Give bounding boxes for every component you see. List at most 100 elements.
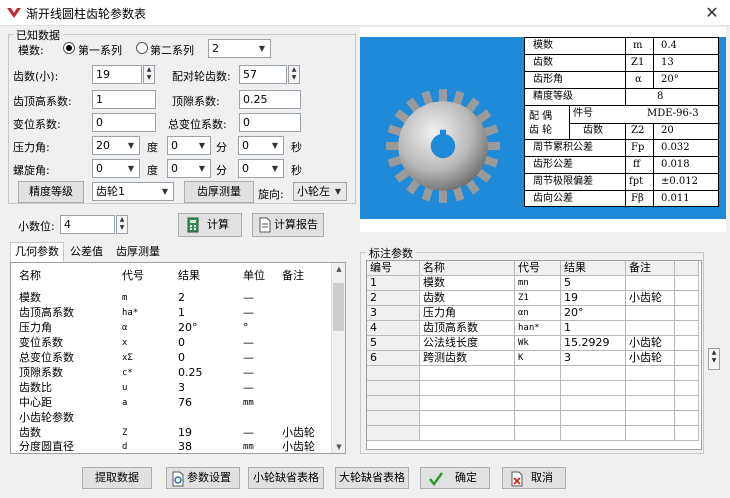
teeth-stepper[interactable]: ▲ ▼	[143, 65, 155, 84]
table-cell: —	[243, 336, 254, 349]
table-cell: Z1	[515, 291, 561, 306]
table-cell: 76	[178, 396, 192, 409]
series1-label[interactable]: 第一系列	[78, 42, 122, 58]
annotation-row-stepper[interactable]: ▲ ▼	[708, 348, 720, 370]
tab-geometry[interactable]: 几何参数	[10, 242, 64, 262]
spec-value: MDE-96-3	[647, 108, 699, 119]
table-cell	[675, 261, 699, 276]
spec-value: 8	[657, 91, 664, 102]
table-cell: 变位系数	[19, 336, 63, 349]
col-header: 名称	[19, 269, 41, 282]
gear-select[interactable]: 齿轮1 ▼	[92, 182, 174, 201]
table-cell: —	[243, 366, 254, 379]
table-cell	[367, 381, 420, 396]
series2-label[interactable]: 第二系列	[150, 42, 194, 58]
table-row[interactable]: 5 公法线长度 Wk 15.2929 小齿轮	[367, 336, 701, 351]
table-cell: 3	[561, 351, 626, 366]
table-cell: 4	[367, 321, 420, 336]
series2-radio[interactable]	[136, 42, 148, 54]
deg-unit: 度	[147, 164, 158, 177]
table-row[interactable]: 4 齿顶高系数 han* 1	[367, 321, 701, 336]
calc-report-label: 计算报告	[274, 218, 318, 231]
table-row[interactable]: 3 压力角 αn 20°	[367, 306, 701, 321]
table-row[interactable]: 1 模数 mn 5	[367, 276, 701, 291]
extract-data-button[interactable]: 提取数据	[82, 467, 152, 489]
spec-row: 齿形角 α 20°	[525, 72, 718, 89]
pressure-sec-value: 0	[242, 139, 249, 152]
teeth-label: 齿数(小):	[13, 70, 59, 83]
calculate-button[interactable]: 计算	[178, 213, 242, 237]
decimal-stepper[interactable]: ▲ ▼	[116, 215, 128, 234]
spec-symbol: ff	[633, 159, 641, 170]
helix-deg-select[interactable]: 0 ▼	[92, 159, 140, 178]
pressure-sec-select[interactable]: 0 ▼	[238, 136, 284, 155]
helix-sec-select[interactable]: 0 ▼	[238, 159, 284, 178]
spec-name: 齿数	[583, 125, 603, 136]
table-cell	[626, 426, 675, 441]
scroll-up-icon[interactable]: ▲	[332, 263, 345, 275]
teeth-input[interactable]: 19	[92, 65, 142, 84]
tab-thickness[interactable]: 齿厚测量	[112, 243, 164, 263]
helix-sec-value: 0	[242, 162, 249, 175]
tab-tolerance[interactable]: 公差值	[66, 243, 107, 263]
table-cell	[561, 411, 626, 426]
table-cell: —	[243, 426, 254, 439]
table-cell: 齿数	[420, 291, 515, 306]
spec-divider	[625, 38, 626, 106]
spec-row: 齿数 Z1 13	[525, 55, 718, 72]
precision-grade-button[interactable]: 精度等级	[18, 181, 84, 203]
table-cell: 19	[178, 426, 192, 439]
table-row[interactable]: 2 齿数 Z1 19 小齿轮	[367, 291, 701, 306]
decimal-input[interactable]: 4	[60, 215, 115, 234]
table-row	[367, 411, 701, 426]
table-cell: 15.2929	[561, 336, 626, 351]
table-cell	[675, 351, 699, 366]
table-cell	[626, 306, 675, 321]
helix-min-select[interactable]: 0 ▼	[167, 159, 211, 178]
table-cell: xΣ	[122, 353, 133, 363]
addendum-input[interactable]: 1	[92, 90, 156, 109]
helix-deg-value: 0	[96, 162, 103, 175]
pressure-deg-select[interactable]: 20 ▼	[92, 136, 140, 155]
series1-radio[interactable]	[63, 42, 75, 54]
total-shift-input[interactable]: 0	[239, 113, 301, 132]
table-cell: 1	[367, 276, 420, 291]
mating-teeth-input[interactable]: 57	[239, 65, 287, 84]
cancel-icon	[511, 471, 523, 487]
pressure-min-select[interactable]: 0 ▼	[167, 136, 211, 155]
scroll-down-icon[interactable]: ▼	[332, 441, 345, 453]
decimal-label: 小数位:	[18, 220, 55, 233]
table-cell: a	[122, 398, 128, 408]
spec-name: 件号	[573, 108, 593, 119]
cancel-button[interactable]: 取消	[502, 467, 566, 489]
clearance-input[interactable]: 0.25	[239, 90, 301, 109]
table-cell	[675, 291, 699, 306]
parameter-settings-button[interactable]: 参数设置	[166, 467, 240, 489]
table-cell: °	[243, 321, 249, 334]
close-icon[interactable]: ✕	[700, 2, 724, 24]
tooth-thickness-button[interactable]: 齿厚测量	[184, 181, 254, 203]
mating-teeth-stepper[interactable]: ▲ ▼	[288, 65, 300, 84]
small-gear-default-button[interactable]: 小轮缺省表格	[248, 467, 324, 489]
table-cell: m	[122, 293, 128, 303]
large-gear-default-button[interactable]: 大轮缺省表格	[335, 467, 409, 489]
shift-input[interactable]: 0	[92, 113, 156, 132]
modulus-select[interactable]: 2 ▼	[208, 39, 271, 58]
rotation-select[interactable]: 小轮左 ▼	[293, 182, 347, 201]
spec-name: 齿向公差	[533, 193, 573, 204]
sec-unit: 秒	[291, 141, 302, 154]
table-cell: d	[122, 442, 128, 452]
table-cell: 20°	[178, 321, 198, 334]
mating-teeth-label: 配对轮齿数:	[172, 70, 231, 83]
scroll-thumb[interactable]	[333, 283, 344, 331]
geometry-scrollbar[interactable]: ▲ ▼	[331, 263, 345, 453]
calc-report-button[interactable]: 计算报告	[252, 213, 324, 237]
table-cell: Z	[122, 428, 128, 438]
table-cell: 齿数	[19, 426, 41, 439]
table-cell	[675, 306, 699, 321]
table-row[interactable]: 6 跨测齿数 K 3 小齿轮	[367, 351, 701, 366]
shift-label: 变位系数:	[13, 118, 61, 131]
chevron-down-icon: ▼	[198, 164, 206, 173]
ok-button[interactable]: 确定	[420, 467, 490, 489]
table-cell: 总变位系数	[19, 351, 74, 364]
